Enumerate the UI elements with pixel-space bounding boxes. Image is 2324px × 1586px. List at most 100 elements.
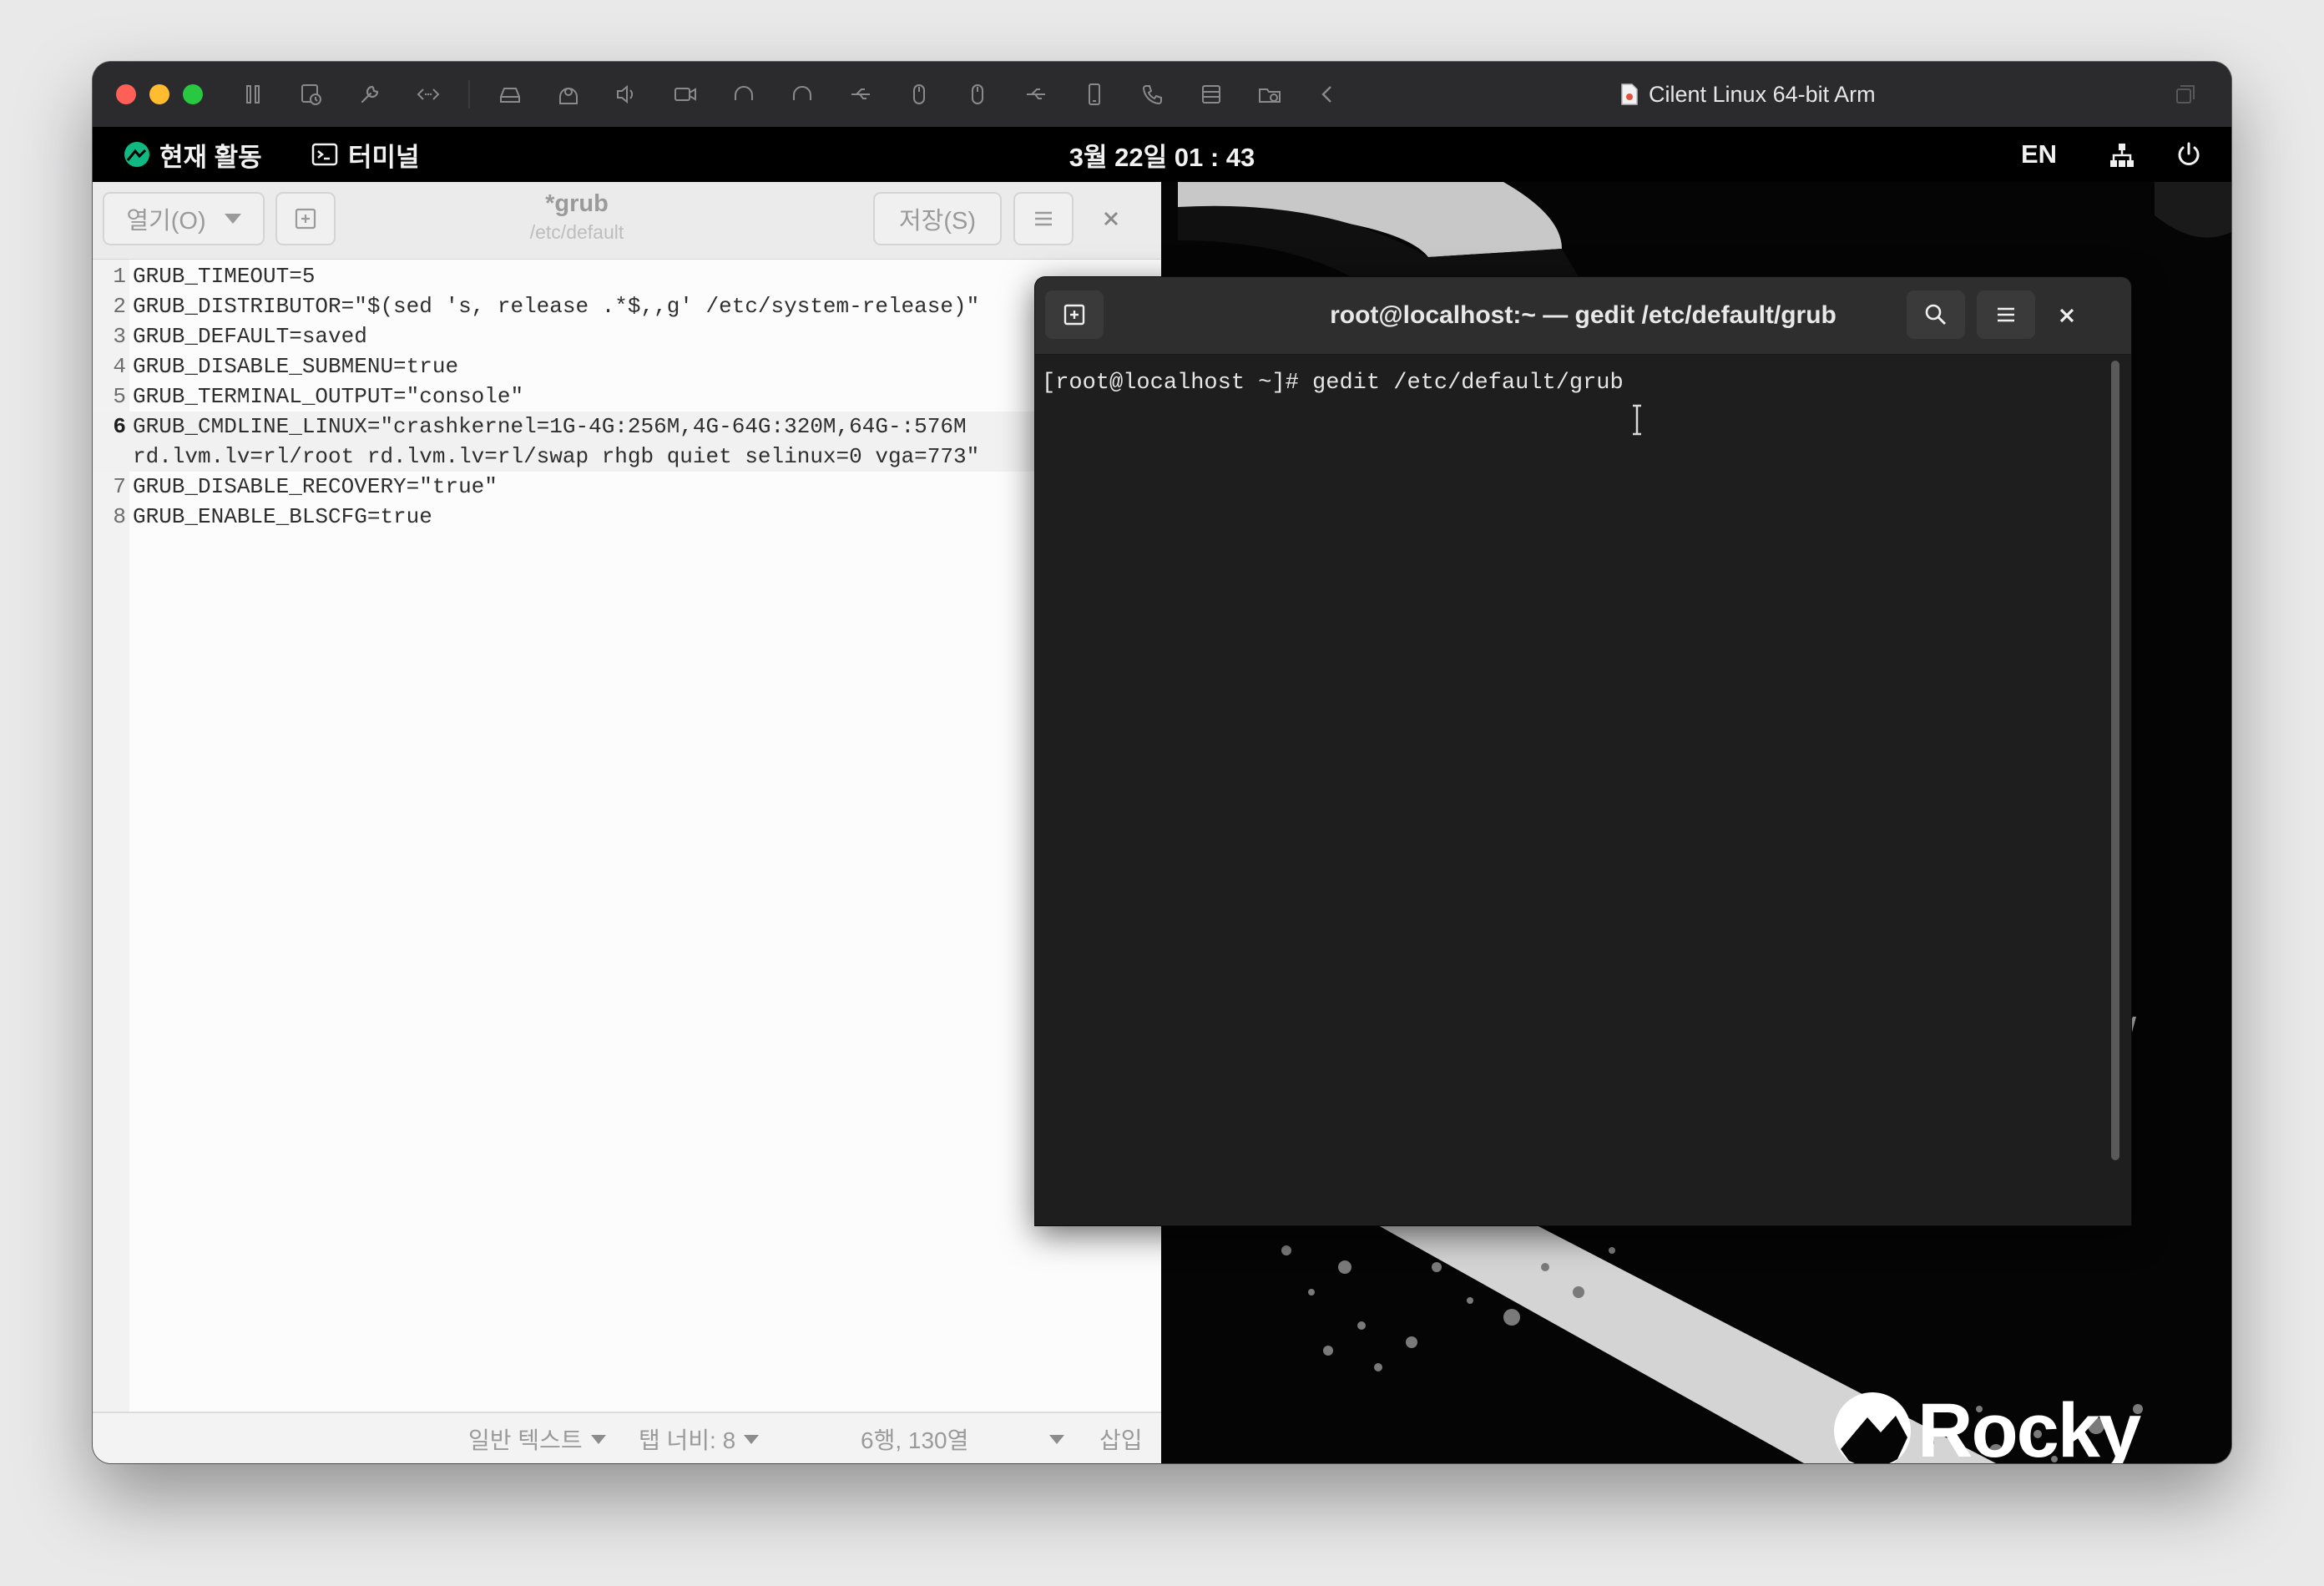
terminal-headerbar: root@localhost:~ — gedit /etc/default/gr… <box>1035 277 2131 355</box>
power-icon[interactable] <box>2175 140 2203 169</box>
network-wired-icon[interactable] <box>2108 141 2136 169</box>
save-button-label: 저장(S) <box>898 208 977 235</box>
save-button[interactable]: 저장(S) <box>873 192 1002 245</box>
server-icon[interactable] <box>1193 77 1230 112</box>
open-button-label: 열기(O) <box>126 208 206 235</box>
editor-wrapped-line: rd.lvm.lv=rl/root rd.lvm.lv=rl/swap rhgb… <box>133 444 980 469</box>
line-text: GRUB_DEFAULT=saved <box>133 324 367 349</box>
insert-mode-indicator[interactable]: 삽입 <box>1099 1413 1143 1463</box>
minimize-window-button[interactable] <box>149 84 169 104</box>
terminal-title: root@localhost:~ — gedit /etc/default/gr… <box>1330 301 1836 329</box>
gedit-statusbar: 일반 텍스트 탭 너비: 8 6행, 130열 삽입 <box>93 1412 1161 1463</box>
usb-icon[interactable] <box>842 77 879 112</box>
line-number: 2 <box>113 294 126 319</box>
chevron-left-icon[interactable] <box>1310 77 1346 112</box>
wrench-icon[interactable] <box>351 77 388 112</box>
editor-line: 8 GRUB_ENABLE_BLSCFG=true <box>93 502 1128 532</box>
open-button[interactable]: 열기(O) <box>103 192 265 245</box>
editor-line: 1 GRUB_TIMEOUT=5 <box>93 261 1128 291</box>
terminal-output[interactable]: [root@localhost ~]# gedit /etc/default/g… <box>1035 354 2131 1225</box>
line-text: GRUB_TERMINAL_OUTPUT="console" <box>133 384 524 409</box>
snapshot-icon[interactable] <box>293 77 330 112</box>
search-icon <box>1925 304 1946 325</box>
line-number: 8 <box>113 504 126 529</box>
line-text: GRUB_DISTRIBUTOR="$(sed 's, release .*$,… <box>133 294 980 319</box>
video-camera-icon[interactable] <box>667 77 704 112</box>
syntax-label: 일반 텍스트 <box>468 1427 583 1453</box>
line-text: GRUB_DISABLE_RECOVERY="true" <box>133 474 498 499</box>
terminal-scrollbar[interactable] <box>2111 361 2119 1160</box>
usb-2-icon[interactable] <box>1018 77 1054 112</box>
rocky-logo: Rocky <box>1831 1384 2141 1464</box>
chevron-down-icon <box>1049 1434 1064 1444</box>
vm-window-title: Cilent Linux 64-bit Arm <box>1620 62 1876 127</box>
terminal-command-line: [root@localhost ~]# gedit /etc/default/g… <box>1042 371 1624 396</box>
zoom-window-button[interactable] <box>183 84 203 104</box>
document-title: *grub <box>545 190 609 217</box>
windows-stack-icon[interactable] <box>2173 82 2198 107</box>
vm-toolbar <box>235 77 1368 112</box>
document-title-block: *grub /etc/default <box>310 190 844 244</box>
editor-line: 4 GRUB_DISABLE_SUBMENU=true <box>93 351 1128 381</box>
vm-title-text: Cilent Linux 64-bit Arm <box>1649 81 1876 107</box>
terminal-window: root@localhost:~ — gedit /etc/default/gr… <box>1035 277 2131 1225</box>
line-number: 1 <box>113 264 126 289</box>
phone-call-icon[interactable] <box>1134 77 1171 112</box>
cursor-position[interactable]: 6행, 130열 <box>861 1413 968 1463</box>
headset-icon[interactable] <box>784 77 821 112</box>
line-number: 7 <box>113 474 126 499</box>
line-text: GRUB_TIMEOUT=5 <box>133 264 316 289</box>
mouse-icon[interactable] <box>901 77 937 112</box>
hamburger-icon <box>1035 211 1052 226</box>
document-path: /etc/default <box>529 221 624 243</box>
syntax-selector[interactable]: 일반 텍스트 <box>468 1413 606 1463</box>
chevron-down-icon <box>590 1434 606 1444</box>
cursor-position-label: 6행, 130열 <box>861 1427 969 1453</box>
clock[interactable]: 3월 22일 01 : 43 <box>93 127 2231 182</box>
code-arrows-icon[interactable] <box>410 77 447 112</box>
text-cursor-icon <box>1633 404 1641 436</box>
vm-window: Cilent Linux 64-bit Arm 현재 활동 터미널 3월 22일… <box>93 62 2231 1463</box>
line-text: GRUB_ENABLE_BLSCFG=true <box>133 504 432 529</box>
hamburger-menu-button[interactable] <box>1977 290 2035 339</box>
keyboard-language-indicator[interactable]: EN <box>2021 127 2057 182</box>
shared-folder-icon[interactable] <box>1251 77 1288 112</box>
tab-width-selector[interactable]: 탭 너비: 8 <box>639 1413 760 1463</box>
line-number: 5 <box>113 384 126 409</box>
pause-icon[interactable] <box>235 77 271 112</box>
clock-text: 3월 22일 01 : 43 <box>1069 142 1255 172</box>
hamburger-menu-button[interactable] <box>1013 192 1074 245</box>
line-text: GRUB_DISABLE_SUBMENU=true <box>133 354 459 379</box>
hamburger-icon <box>1998 307 2014 322</box>
editor-line: 2 GRUB_DISTRIBUTOR="$(sed 's, release .*$… <box>93 291 1128 321</box>
position-dropdown[interactable] <box>1041 1413 1064 1463</box>
document-icon <box>1621 83 1638 105</box>
gnome-top-bar: 현재 활동 터미널 3월 22일 01 : 43 EN <box>93 127 2231 182</box>
rocky-logo-icon <box>1834 1392 1911 1463</box>
close-icon[interactable] <box>2054 302 2080 329</box>
line-number: 4 <box>113 354 126 379</box>
editor-text-area[interactable]: 1 GRUB_TIMEOUT=5 2 GRUB_DISTRIBUTOR="$(sed… <box>93 260 1161 1412</box>
search-button[interactable] <box>1907 290 1965 339</box>
line-number: 6 <box>113 414 126 439</box>
speaker-icon[interactable] <box>609 77 645 112</box>
disk-drive-icon[interactable] <box>492 77 528 112</box>
camera-disk-icon[interactable] <box>550 77 587 112</box>
phone-device-icon[interactable] <box>1076 77 1113 112</box>
gedit-headerbar: 열기(O) *grub /etc/default 저장(S) <box>93 182 1161 260</box>
tab-width-label: 탭 너비: 8 <box>639 1427 736 1453</box>
insert-mode-label: 삽입 <box>1099 1427 1143 1453</box>
editor-line: 5 GRUB_TERMINAL_OUTPUT="console" <box>93 381 1128 412</box>
gedit-window: 열기(O) *grub /etc/default 저장(S) 1 GRUB_TIM… <box>93 182 1161 1463</box>
editor-line: 3 GRUB_DEFAULT=saved <box>93 321 1128 351</box>
chevron-down-icon <box>744 1434 760 1444</box>
close-icon[interactable] <box>1098 205 1124 232</box>
editor-line: 7 GRUB_DISABLE_RECOVERY="true" <box>93 472 1128 502</box>
language-label: EN <box>2021 139 2058 169</box>
close-window-button[interactable] <box>116 84 136 104</box>
mouse-2-icon[interactable] <box>959 77 996 112</box>
headphones-icon[interactable] <box>725 77 762 112</box>
chevron-down-icon <box>224 214 241 224</box>
rocky-logo-text: Rocky <box>1917 1387 2141 1464</box>
line-text: GRUB_CMDLINE_LINUX="crashkernel=1G-4G:25… <box>133 414 967 439</box>
